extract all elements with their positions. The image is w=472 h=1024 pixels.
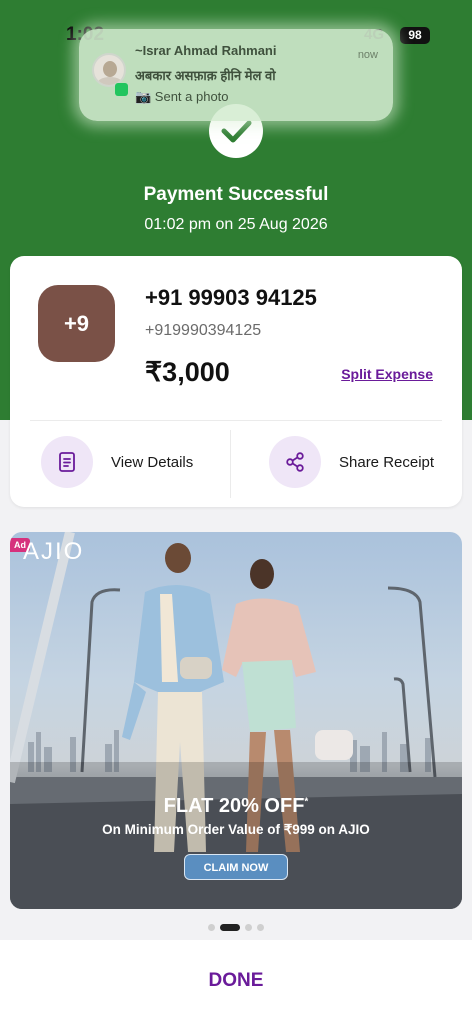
payment-amount: ₹3,000 — [145, 357, 230, 387]
payment-details-card: +9 +91 99903 94125 +919990394125 ₹3,000 … — [10, 256, 462, 507]
message-notification-banner[interactable]: ~Israr Ahmad Rahmani अबकार असफ़ाक़ हीनि … — [79, 29, 393, 121]
offer-asterisk: * — [304, 796, 309, 808]
actions-divider — [230, 430, 231, 498]
done-button[interactable]: DONE — [0, 970, 472, 992]
whatsapp-icon — [115, 83, 128, 96]
split-expense-link[interactable]: Split Expense — [341, 366, 433, 382]
ajio-ad-banner[interactable]: Ad AJIO FLAT 20% OFF* On Minimum Order V… — [10, 532, 462, 909]
notification-message: 📷 Sent a photo — [135, 89, 229, 104]
ajio-logo: AJIO — [23, 538, 85, 565]
card-divider — [30, 420, 442, 421]
share-icon — [269, 436, 321, 488]
payee-name: +91 99903 94125 — [145, 285, 317, 310]
notification-time: now — [357, 49, 378, 61]
ad-photo — [10, 532, 462, 909]
view-details-button[interactable]: View Details — [41, 436, 193, 488]
notification-sender: ~Israr Ahmad Rahmani — [135, 43, 277, 58]
notification-avatar — [92, 53, 126, 87]
view-details-label: View Details — [111, 453, 194, 471]
bottom-bar: DONE — [0, 940, 472, 1024]
payee-avatar: +9 — [38, 285, 115, 362]
offer-subtext: On Minimum Order Value of ₹999 on AJIO — [102, 822, 370, 837]
carousel-dot[interactable] — [257, 924, 264, 931]
document-icon — [41, 436, 93, 488]
payment-status-title: Payment Successful — [143, 184, 329, 205]
share-receipt-button[interactable]: Share Receipt — [269, 436, 434, 488]
payment-timestamp: 01:02 pm on 25 Aug 2026 — [144, 216, 328, 233]
carousel-dot[interactable] — [208, 924, 215, 931]
payee-number: +919990394125 — [145, 322, 262, 339]
battery-icon: 98 — [400, 27, 430, 44]
carousel-dots — [0, 924, 472, 931]
offer-headline: FLAT 20% OFF* — [10, 795, 462, 818]
carousel-dot[interactable] — [220, 924, 240, 931]
carousel-dot[interactable] — [245, 924, 252, 931]
share-receipt-label: Share Receipt — [339, 453, 435, 471]
notification-subtitle: अबकार असफ़ाक़ हीनि मेल वो — [135, 68, 276, 83]
claim-now-button[interactable]: CLAIM NOW — [184, 854, 288, 880]
offer-headline-text: FLAT 20% OFF — [163, 795, 305, 817]
